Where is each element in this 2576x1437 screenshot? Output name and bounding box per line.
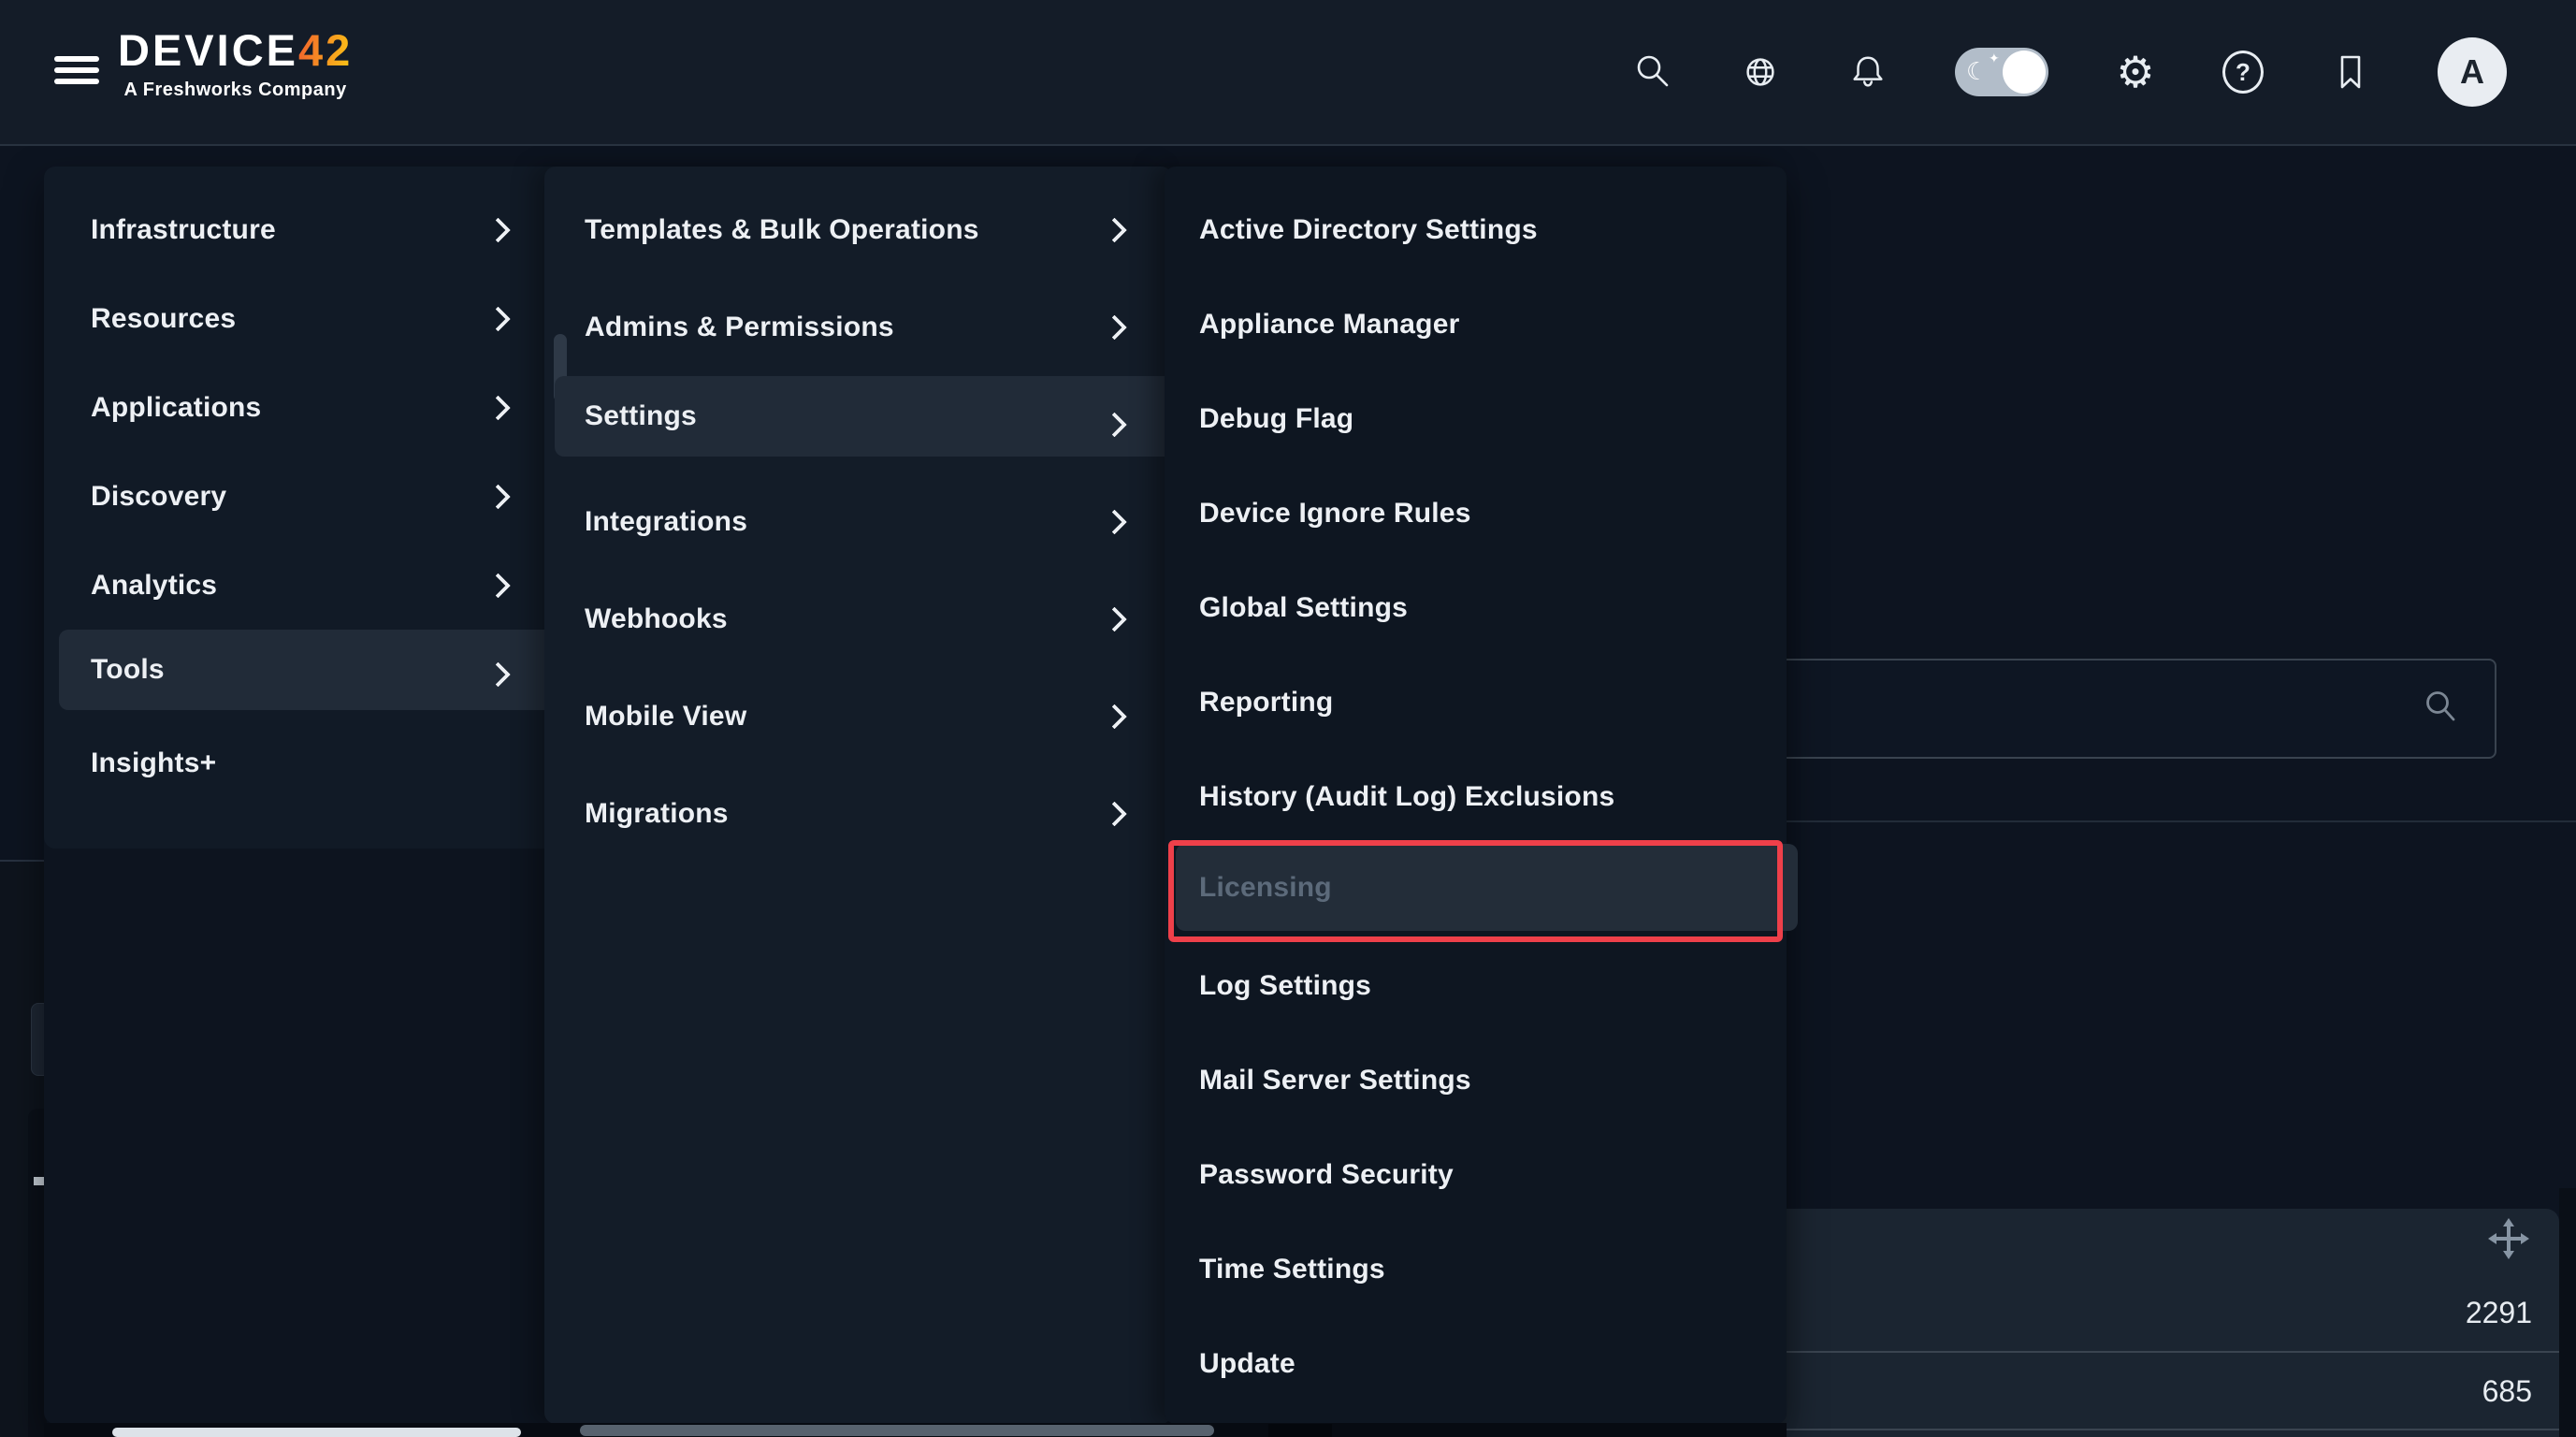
menu-item-analytics[interactable]: Analytics (44, 541, 572, 630)
menu-item-label: Admins & Permissions (585, 312, 894, 343)
menu-item-label: Infrastructure (91, 214, 276, 246)
toggle-knob (2003, 51, 2046, 94)
logo-tagline: A Freshworks Company (124, 80, 347, 101)
menu-item-label: Debug Flag (1199, 403, 1353, 435)
scrollbar-track-gap (1268, 1424, 1332, 1437)
menu-item-label: Log Settings (1199, 970, 1371, 1002)
device42-logo[interactable]: DEVICE42 A Freshworks Company (118, 28, 353, 101)
move-drag-icon[interactable] (2486, 1216, 2531, 1266)
menu-item-label: Integrations (585, 506, 747, 538)
menu-item-label: Settings (585, 400, 697, 432)
menu-item-label: Discovery (91, 481, 226, 513)
menu-item-appliance-manager[interactable]: Appliance Manager (1165, 277, 1787, 371)
menu-panel-level2: Templates & Bulk Operations Admins & Perm… (544, 167, 1172, 1424)
menu-item-label: Password Security (1199, 1159, 1454, 1191)
menu-item-migrations[interactable]: Migrations (544, 765, 1172, 863)
search-icon[interactable] (1632, 51, 1673, 93)
menu-level1-rows: Infrastructure Resources Applications Disco… (44, 185, 572, 807)
logo-accent-text: 42 (298, 25, 353, 75)
menu-level2-rows: Templates & Bulk Operations Admins & Perm… (544, 181, 1172, 863)
menu-item-label: Insights+ (91, 748, 216, 779)
menu-item-discovery[interactable]: Discovery (44, 452, 572, 541)
menu-item-label: Update (1199, 1348, 1295, 1380)
topbar-actions: ☾ ✦ ⚙ ? A (1632, 0, 2507, 144)
device42-app: 2291 685 Infrastructure Resources Applicat… (0, 0, 2576, 1437)
menu-item-settings[interactable]: Settings (544, 376, 1172, 473)
menu-item-label: Mail Server Settings (1199, 1065, 1471, 1096)
menu-item-global-settings[interactable]: Global Settings (1165, 560, 1787, 655)
sparkle-icon: ✦ (1989, 51, 2000, 66)
menu-item-templates-bulk-operations[interactable]: Templates & Bulk Operations (544, 181, 1172, 279)
menu-item-webhooks[interactable]: Webhooks (544, 571, 1172, 668)
menu-item-admins-permissions[interactable]: Admins & Permissions (544, 279, 1172, 376)
menu-item-device-ignore-rules[interactable]: Device Ignore Rules (1165, 466, 1787, 560)
menu-item-label: Licensing (1199, 872, 1332, 904)
menu-level3-rows: Active Directory Settings Appliance Manag… (1165, 182, 1787, 1411)
menu-item-integrations[interactable]: Integrations (544, 473, 1172, 571)
menu-item-log-settings[interactable]: Log Settings (1165, 938, 1787, 1033)
help-icon[interactable]: ? (2222, 51, 2264, 93)
table-value-1: 2291 (2251, 1296, 2532, 1330)
menu-item-label: Global Settings (1199, 592, 1408, 624)
menu-item-history-audit-log-exclusions[interactable]: History (Audit Log) Exclusions (1165, 749, 1787, 844)
menu-item-mobile-view[interactable]: Mobile View (544, 668, 1172, 765)
avatar[interactable]: A (2438, 37, 2507, 107)
menu-item-label: Migrations (585, 798, 729, 830)
hamburger-menu-icon[interactable] (54, 51, 99, 94)
menu-item-update[interactable]: Update (1165, 1316, 1787, 1411)
horizontal-scrollbar-thumb[interactable] (112, 1428, 521, 1437)
menu-panel-level1: Infrastructure Resources Applications Disco… (44, 167, 572, 849)
menu-item-label: Mobile View (585, 701, 746, 733)
menu-item-label: Appliance Manager (1199, 309, 1459, 341)
bookmark-icon[interactable] (2330, 51, 2371, 93)
menu-item-label: Tools (91, 654, 165, 686)
menu-item-resources[interactable]: Resources (44, 274, 572, 363)
menu-item-label: Device Ignore Rules (1199, 498, 1471, 530)
menu-item-label: Templates & Bulk Operations (585, 214, 979, 246)
menu-panel-level3: Active Directory Settings Appliance Manag… (1165, 167, 1787, 1424)
table-value-2: 685 (2251, 1374, 2532, 1409)
menu-item-label: Analytics (91, 570, 217, 602)
top-bar: DEVICE42 A Freshworks Company ☾ ✦ ⚙ ? (0, 0, 2576, 146)
menu-item-label: Time Settings (1199, 1254, 1385, 1285)
menu-item-debug-flag[interactable]: Debug Flag (1165, 371, 1787, 466)
gear-icon[interactable]: ⚙ (2115, 51, 2156, 93)
dark-mode-toggle[interactable]: ☾ ✦ (1955, 48, 2048, 96)
menu-item-label: Resources (91, 303, 236, 335)
bell-icon[interactable] (1847, 51, 1889, 93)
menu-item-active-directory-settings[interactable]: Active Directory Settings (1165, 182, 1787, 277)
menu-item-reporting[interactable]: Reporting (1165, 655, 1787, 749)
menu-item-licensing[interactable]: Licensing (1165, 844, 1787, 938)
menu-item-insightsplus[interactable]: Insights+ (44, 718, 572, 807)
globe-icon[interactable] (1740, 51, 1781, 93)
menu-item-label: Applications (91, 392, 261, 424)
menu-item-tools[interactable]: Tools (44, 630, 572, 718)
search-icon (2422, 688, 2459, 730)
menu-item-time-settings[interactable]: Time Settings (1165, 1222, 1787, 1316)
menu-item-label: History (Audit Log) Exclusions (1199, 781, 1614, 813)
menu-item-mail-server-settings[interactable]: Mail Server Settings (1165, 1033, 1787, 1127)
logo-text: DEVICE (118, 25, 298, 75)
menu-item-label: Reporting (1199, 687, 1333, 718)
menu-item-label: Active Directory Settings (1199, 214, 1538, 246)
menu-item-infrastructure[interactable]: Infrastructure (44, 185, 572, 274)
menu-item-label: Webhooks (585, 603, 728, 635)
horizontal-scrollbar-thumb-2[interactable] (580, 1425, 1214, 1436)
page-right-strip (2559, 1188, 2576, 1437)
menu-item-password-security[interactable]: Password Security (1165, 1127, 1787, 1222)
menu-item-applications[interactable]: Applications (44, 363, 572, 452)
moon-icon: ☾ (1966, 55, 1988, 89)
